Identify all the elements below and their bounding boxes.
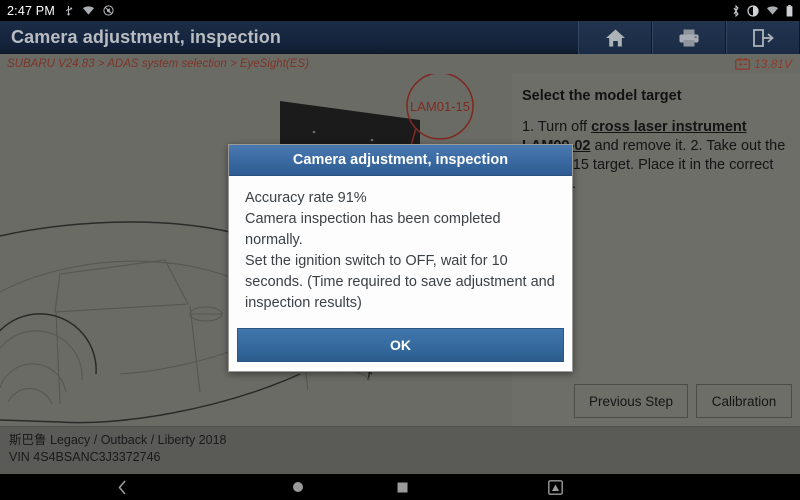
dialog-footer: OK [229,324,572,371]
dialog-body: Accuracy rate 91% Camera inspection has … [229,176,572,324]
status-bar-clock: 2:47 PM [7,3,55,18]
usb-icon [65,6,73,16]
bluetooth-icon [733,4,739,17]
wifi-icon [767,6,778,15]
dialog-title: Camera adjustment, inspection [229,145,572,176]
dialog-line: Accuracy rate 91% [245,190,367,206]
android-status-bar: 2:47 PM [0,0,800,21]
status-bar-left: 2:47 PM [7,4,114,18]
vehicle-vin: VIN 4S4BSANC3J3372746 [9,450,161,464]
nav-home-button[interactable] [245,481,350,493]
nav-back-button[interactable] [0,479,245,495]
home-icon [605,29,625,46]
no-sound-icon [103,5,114,16]
exit-icon [753,28,774,47]
vehicle-model: 斯巴鲁 Legacy / Outback / Liberty 2018 [9,433,227,447]
home-button[interactable] [578,21,652,54]
nav-recents-button[interactable] [350,482,455,493]
screenshot-icon [547,479,563,495]
page-title: Camera adjustment, inspection [11,26,281,47]
wifi-icon [82,6,94,15]
android-nav-bar [0,474,800,500]
voltage-indicator: 13.81V [734,57,792,71]
voltage-value: 13.81V [753,57,792,71]
circle-icon [292,482,303,492]
exit-button[interactable] [726,21,800,54]
app-title-bar: Camera adjustment, inspection [0,21,800,54]
result-dialog: Camera adjustment, inspection Accuracy r… [228,144,573,372]
vehicle-info-bar: 斯巴鲁 Legacy / Outback / Liberty 2018 VIN … [0,426,800,474]
dialog-line: Set the ignition switch to OFF, wait for… [245,253,555,311]
print-button[interactable] [652,21,726,54]
toolbar [578,21,800,54]
status-bar-right [732,4,793,17]
battery-icon [734,58,750,70]
tablet-screen: 2:47 PM Camera adjustment, inspection SU… [0,0,800,500]
breadcrumb-bar: SUBARU V24.83 > ADAS system selection > … [0,54,800,74]
dialog-line: Camera inspection has been completed nor… [245,211,501,248]
printer-icon [679,29,699,46]
battery-icon [786,4,793,16]
nav-screenshot-button[interactable] [455,479,655,495]
breadcrumb: SUBARU V24.83 > ADAS system selection > … [7,58,309,70]
square-icon [397,482,408,492]
brightness-icon [747,4,759,17]
ok-button[interactable]: OK [237,328,564,362]
chevron-left-icon [118,479,126,495]
